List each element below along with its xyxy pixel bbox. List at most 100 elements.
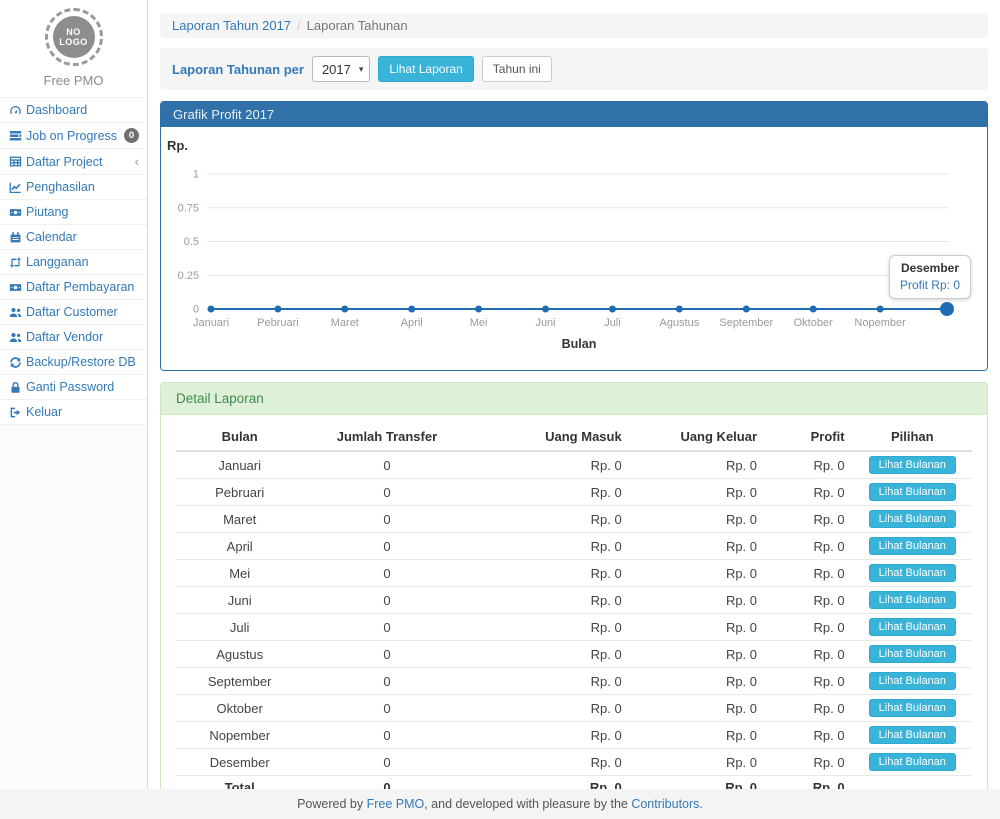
cell-uang_masuk: Rp. 0 bbox=[471, 560, 630, 587]
cell-jumlah_transfer: 0 bbox=[303, 533, 470, 560]
breadcrumb: Laporan Tahun 2017/Laporan Tahunan bbox=[160, 13, 988, 38]
lihat-bulanan-button[interactable]: Lihat Bulanan bbox=[869, 753, 956, 771]
detail-panel-title: Detail Laporan bbox=[161, 383, 987, 415]
table-row: September0Rp. 0Rp. 0Rp. 0Lihat Bulanan bbox=[176, 668, 972, 695]
sidebar-item-penghasilan[interactable]: Penghasilan bbox=[0, 174, 147, 199]
total-uang_masuk: Rp. 0 bbox=[471, 776, 630, 790]
lihat-bulanan-button[interactable]: Lihat Bulanan bbox=[869, 483, 956, 501]
cell-uang_masuk: Rp. 0 bbox=[471, 722, 630, 749]
cell-uang_masuk: Rp. 0 bbox=[471, 668, 630, 695]
lihat-bulanan-button[interactable]: Lihat Bulanan bbox=[869, 618, 956, 636]
sidebar-item-label: Daftar Vendor bbox=[26, 330, 139, 344]
cell-uang_masuk: Rp. 0 bbox=[471, 479, 630, 506]
lihat-bulanan-button[interactable]: Lihat Bulanan bbox=[869, 699, 956, 717]
year-select[interactable]: 2017 ▾ bbox=[312, 56, 370, 82]
breadcrumb-link[interactable]: Laporan Tahun 2017 bbox=[172, 18, 291, 33]
users-icon bbox=[9, 306, 26, 319]
lihat-laporan-button[interactable]: Lihat Laporan bbox=[378, 56, 473, 82]
cell-jumlah_transfer: 0 bbox=[303, 506, 470, 533]
cell-bulan: Juni bbox=[176, 587, 303, 614]
column-header-profit: Profit bbox=[765, 423, 853, 451]
sidebar-item-piutang[interactable]: Piutang bbox=[0, 199, 147, 224]
sidebar-item-daftar-vendor[interactable]: Daftar Vendor bbox=[0, 324, 147, 349]
table-row: Mei0Rp. 0Rp. 0Rp. 0Lihat Bulanan bbox=[176, 560, 972, 587]
lihat-bulanan-button[interactable]: Lihat Bulanan bbox=[869, 726, 956, 744]
sidebar-item-langganan[interactable]: Langganan bbox=[0, 249, 147, 274]
sidebar-item-label: Dashboard bbox=[26, 103, 139, 117]
cell-uang_keluar: Rp. 0 bbox=[630, 722, 765, 749]
sidebar-item-ganti-password[interactable]: Ganti Password bbox=[0, 374, 147, 399]
svg-text:0: 0 bbox=[193, 304, 199, 316]
cell-profit: Rp. 0 bbox=[765, 722, 853, 749]
cell-uang_masuk: Rp. 0 bbox=[471, 749, 630, 776]
cell-uang_keluar: Rp. 0 bbox=[630, 451, 765, 479]
free-pmo-link[interactable]: Free PMO bbox=[367, 797, 425, 811]
cell-pilihan: Lihat Bulanan bbox=[853, 560, 972, 587]
cell-uang_keluar: Rp. 0 bbox=[630, 506, 765, 533]
svg-text:Juni: Juni bbox=[535, 317, 555, 329]
svg-text:Juli: Juli bbox=[604, 317, 621, 329]
lihat-bulanan-button[interactable]: Lihat Bulanan bbox=[869, 510, 956, 528]
cell-bulan: Desember bbox=[176, 749, 303, 776]
lihat-bulanan-button[interactable]: Lihat Bulanan bbox=[869, 645, 956, 663]
column-header-uang-masuk: Uang Masuk bbox=[471, 423, 630, 451]
lihat-bulanan-button[interactable]: Lihat Bulanan bbox=[869, 672, 956, 690]
sidebar-item-label: Job on Progress bbox=[26, 129, 120, 143]
column-header-uang-keluar: Uang Keluar bbox=[630, 423, 765, 451]
tahun-ini-button[interactable]: Tahun ini bbox=[482, 56, 552, 82]
money-icon bbox=[9, 206, 26, 219]
sidebar-item-label: Ganti Password bbox=[26, 380, 139, 394]
sidebar-item-job-on-progress[interactable]: Job on Progress0 bbox=[0, 122, 147, 148]
cell-pilihan: Lihat Bulanan bbox=[853, 451, 972, 479]
tooltip-month: Desember bbox=[900, 261, 960, 275]
cell-pilihan: Lihat Bulanan bbox=[853, 722, 972, 749]
chart-panel-title: Grafik Profit 2017 bbox=[161, 102, 987, 127]
retweet-icon bbox=[9, 256, 26, 269]
cell-profit: Rp. 0 bbox=[765, 533, 853, 560]
cell-uang_keluar: Rp. 0 bbox=[630, 641, 765, 668]
sidebar-item-label: Daftar Project bbox=[26, 155, 131, 169]
cell-uang_masuk: Rp. 0 bbox=[471, 451, 630, 479]
cell-bulan: Januari bbox=[176, 451, 303, 479]
profit-chart-svg: Rp.10.750.50.250JanuariPebruariMaretApri… bbox=[161, 127, 987, 370]
sidebar-item-label: Piutang bbox=[26, 205, 139, 219]
cell-profit: Rp. 0 bbox=[765, 695, 853, 722]
lihat-bulanan-button[interactable]: Lihat Bulanan bbox=[869, 456, 956, 474]
cell-profit: Rp. 0 bbox=[765, 587, 853, 614]
svg-text:Agustus: Agustus bbox=[659, 317, 699, 329]
svg-text:Nopember: Nopember bbox=[854, 317, 906, 329]
tooltip-value: Profit Rp: 0 bbox=[900, 278, 960, 292]
report-filter-bar: Laporan Tahunan per 2017 ▾ Lihat Laporan… bbox=[160, 48, 988, 90]
sidebar-item-daftar-pembayaran[interactable]: Daftar Pembayaran bbox=[0, 274, 147, 299]
cell-uang_keluar: Rp. 0 bbox=[630, 560, 765, 587]
brand[interactable]: NOLOGO Free PMO bbox=[0, 0, 147, 97]
cell-jumlah_transfer: 0 bbox=[303, 614, 470, 641]
cell-bulan: Nopember bbox=[176, 722, 303, 749]
sidebar-item-daftar-customer[interactable]: Daftar Customer bbox=[0, 299, 147, 324]
lihat-bulanan-button[interactable]: Lihat Bulanan bbox=[869, 564, 956, 582]
filter-label: Laporan Tahunan per bbox=[172, 62, 304, 77]
sidebar-item-keluar[interactable]: Keluar bbox=[0, 399, 147, 425]
line-chart-icon bbox=[9, 181, 26, 194]
sidebar-item-backup-restore-db[interactable]: Backup/Restore DB bbox=[0, 349, 147, 374]
table-row: Agustus0Rp. 0Rp. 0Rp. 0Lihat Bulanan bbox=[176, 641, 972, 668]
chart-tooltip: Desember Profit Rp: 0 bbox=[889, 255, 971, 299]
sidebar: NOLOGO Free PMO Dashboard Job on Progress… bbox=[0, 0, 148, 789]
sidebar-item-daftar-project[interactable]: Daftar Project‹ bbox=[0, 148, 147, 174]
cell-uang_keluar: Rp. 0 bbox=[630, 533, 765, 560]
sidebar-item-dashboard[interactable]: Dashboard bbox=[0, 97, 147, 122]
lihat-bulanan-button[interactable]: Lihat Bulanan bbox=[869, 591, 956, 609]
sidebar-item-calendar[interactable]: Calendar bbox=[0, 224, 147, 249]
cell-pilihan: Lihat Bulanan bbox=[853, 533, 972, 560]
cell-profit: Rp. 0 bbox=[765, 641, 853, 668]
cell-bulan: Maret bbox=[176, 506, 303, 533]
cell-bulan: Agustus bbox=[176, 641, 303, 668]
lihat-bulanan-button[interactable]: Lihat Bulanan bbox=[869, 537, 956, 555]
contributors-link[interactable]: Contributors. bbox=[631, 797, 703, 811]
profit-chart: Rp.10.750.50.250JanuariPebruariMaretApri… bbox=[161, 127, 987, 370]
table-row: Nopember0Rp. 0Rp. 0Rp. 0Lihat Bulanan bbox=[176, 722, 972, 749]
cell-uang_keluar: Rp. 0 bbox=[630, 587, 765, 614]
cell-bulan: April bbox=[176, 533, 303, 560]
cell-jumlah_transfer: 0 bbox=[303, 479, 470, 506]
cell-pilihan: Lihat Bulanan bbox=[853, 749, 972, 776]
